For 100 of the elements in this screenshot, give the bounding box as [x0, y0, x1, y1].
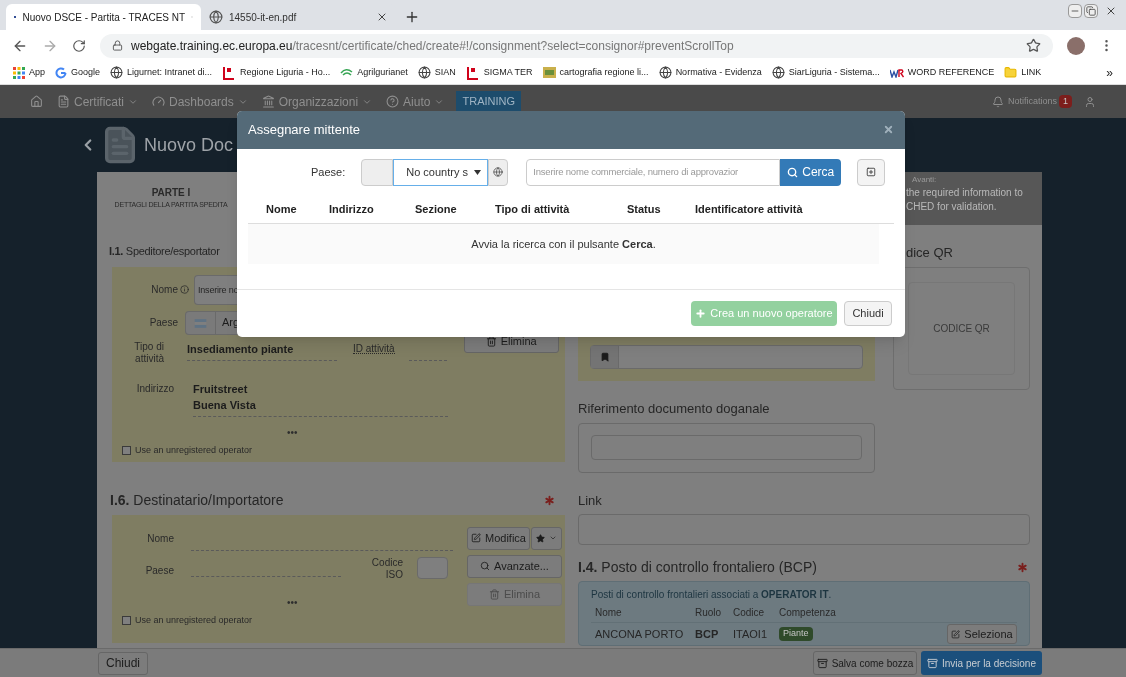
- bookmark[interactable]: Google: [55, 65, 101, 80]
- bookmark[interactable]: LINK: [1004, 65, 1042, 80]
- minimize-icon[interactable]: [1068, 4, 1082, 18]
- modal-title: Assegnare mittente: [248, 121, 360, 140]
- country-select[interactable]: No country s: [393, 158, 489, 186]
- reference-input[interactable]: [590, 345, 863, 369]
- empty-message: Avvia la ricerca con il pulsante Cerca.: [471, 236, 656, 252]
- search-input[interactable]: Inserire nome commerciale, numero di approvazior: [526, 158, 781, 186]
- table-cell-text: BCP: [695, 626, 720, 642]
- plus-icon: [695, 307, 707, 319]
- input-addon: [361, 158, 394, 186]
- section-title: I.4. Posto di controllo frontaliero (BCP): [578, 558, 817, 577]
- caret-icon: [474, 169, 482, 175]
- environment-badge: TRAINING: [456, 90, 522, 113]
- caret-icon: [549, 534, 557, 542]
- field-label: Paese: [148, 316, 178, 330]
- bookmark[interactable]: SIAN: [417, 65, 456, 80]
- new-tab-icon[interactable]: [404, 9, 420, 25]
- field-title: Riferimento documento doganale: [578, 400, 771, 418]
- pencil-icon: [471, 533, 481, 543]
- table-cell-text: ITAOI1: [733, 626, 769, 642]
- column-header: Sezione: [415, 201, 458, 217]
- browser-tab[interactable]: Nuovo DSCE - Partita - TRACES NT: [6, 4, 201, 30]
- archive-icon: [927, 657, 938, 669]
- iso-code-input[interactable]: [417, 556, 448, 579]
- next-step-label: Avanti:: [911, 174, 938, 186]
- bookmark[interactable]: cartografia regione li...: [542, 65, 649, 80]
- info-icon: [180, 285, 189, 294]
- close-button[interactable]: Chiudi: [844, 300, 892, 326]
- notification-count: 1: [1059, 94, 1072, 109]
- bookmark[interactable]: Ligurnet: Intranet di...: [110, 65, 213, 80]
- trash-icon: [488, 588, 500, 600]
- field-title: dice QR: [906, 244, 954, 262]
- column-header: Status: [627, 201, 662, 217]
- qr-placeholder-text: CODICE QR: [933, 321, 990, 336]
- field-label: Nome: [150, 283, 178, 297]
- column-header: Identificatore attività: [695, 201, 803, 217]
- gauge-icon: [152, 95, 165, 108]
- field-label: Paese: [144, 563, 174, 578]
- bookmark[interactable]: App: [13, 65, 45, 80]
- save-draft-button[interactable]: Salva come bozza: [813, 651, 917, 675]
- expand-button[interactable]: [857, 158, 886, 186]
- bookmark[interactable]: SiarLiguria - Sistema...: [771, 65, 880, 80]
- search-button[interactable]: Cerca: [780, 158, 842, 186]
- column-header: Ruolo: [695, 606, 723, 620]
- globe-icon: [658, 66, 672, 79]
- page-title: Nuovo Doc: [144, 133, 234, 157]
- column-header: Nome: [594, 606, 623, 620]
- folder-icon: [1004, 66, 1018, 79]
- restore-icon[interactable]: [1084, 4, 1098, 18]
- submit-button[interactable]: Invia per la decisione: [921, 651, 1042, 675]
- advanced-search-button[interactable]: Avanzate...: [467, 554, 562, 578]
- reload-icon[interactable]: [72, 38, 86, 53]
- bookmark[interactable]: Agrilgurianet: [340, 65, 408, 80]
- select-button[interactable]: Seleziona: [947, 624, 1017, 644]
- unregistered-checkbox[interactable]: Use an unregistered operator: [122, 443, 565, 457]
- column-header: Indirizzo: [329, 201, 375, 217]
- star-icon: [536, 533, 545, 543]
- next-step-text: the required information to: [906, 186, 1024, 200]
- column-header: Tipo di attività: [495, 201, 571, 217]
- table-cell-text: ANCONA PORTO: [594, 626, 685, 642]
- apps-grid-icon: [13, 66, 25, 79]
- search-icon: [787, 166, 799, 178]
- document-icon: [57, 95, 70, 108]
- bookmark[interactable]: Normativa - Evidenza: [658, 65, 762, 80]
- bookmark[interactable]: WORD REFERENCE: [889, 65, 995, 80]
- more-dots[interactable]: •••: [287, 594, 462, 610]
- star-icon[interactable]: [1026, 38, 1041, 53]
- bookmark-icon: [599, 352, 610, 362]
- address-bar[interactable]: webgate.training.ec.europa.eu/tracesnt/certificate/ched/create#!/consignment?select=consignor#preventScrollTop: [100, 33, 1053, 58]
- more-bookmarks[interactable]: »: [1106, 63, 1113, 82]
- section-title: I.1. Speditore/esportator: [109, 244, 220, 259]
- field-label: ID attività: [353, 340, 395, 354]
- part-title: PARTE I: [151, 186, 191, 201]
- close-button[interactable]: Chiudi: [98, 651, 148, 675]
- globe-icon: [417, 66, 431, 79]
- field-label: Codice ISO: [370, 556, 403, 582]
- edit-button[interactable]: Modifica: [467, 526, 530, 550]
- column-header: Competenza: [779, 606, 837, 620]
- next-step-text: CHED for validation.: [906, 200, 998, 214]
- field-value: Insediamento piante: [187, 340, 337, 361]
- lock-icon: [112, 40, 123, 51]
- favorites-dropdown[interactable]: [531, 526, 562, 550]
- home-icon[interactable]: [30, 95, 43, 108]
- bookmark[interactable]: SIGMA TER: [465, 65, 533, 80]
- unregistered-checkbox[interactable]: Use an unregistered operator: [122, 613, 462, 627]
- globe-icon: [771, 66, 785, 79]
- map-icon: [542, 67, 556, 78]
- user-icon[interactable]: [1084, 95, 1096, 108]
- logo-icon: [889, 67, 904, 78]
- bell-icon: [991, 95, 1004, 108]
- competence-tag: Piante: [779, 627, 813, 641]
- more-dots[interactable]: •••: [287, 424, 565, 440]
- bookmark[interactable]: Regione Liguria - Ho...: [222, 65, 331, 80]
- notice-text: Posti di controllo frontalieri associati a OPERATOR IT.: [591, 588, 833, 602]
- column-header: Nome: [266, 201, 298, 217]
- plus-square-icon: [866, 167, 877, 178]
- help-icon: [386, 95, 400, 108]
- google-icon: [55, 66, 67, 79]
- avatar: [1067, 36, 1085, 55]
